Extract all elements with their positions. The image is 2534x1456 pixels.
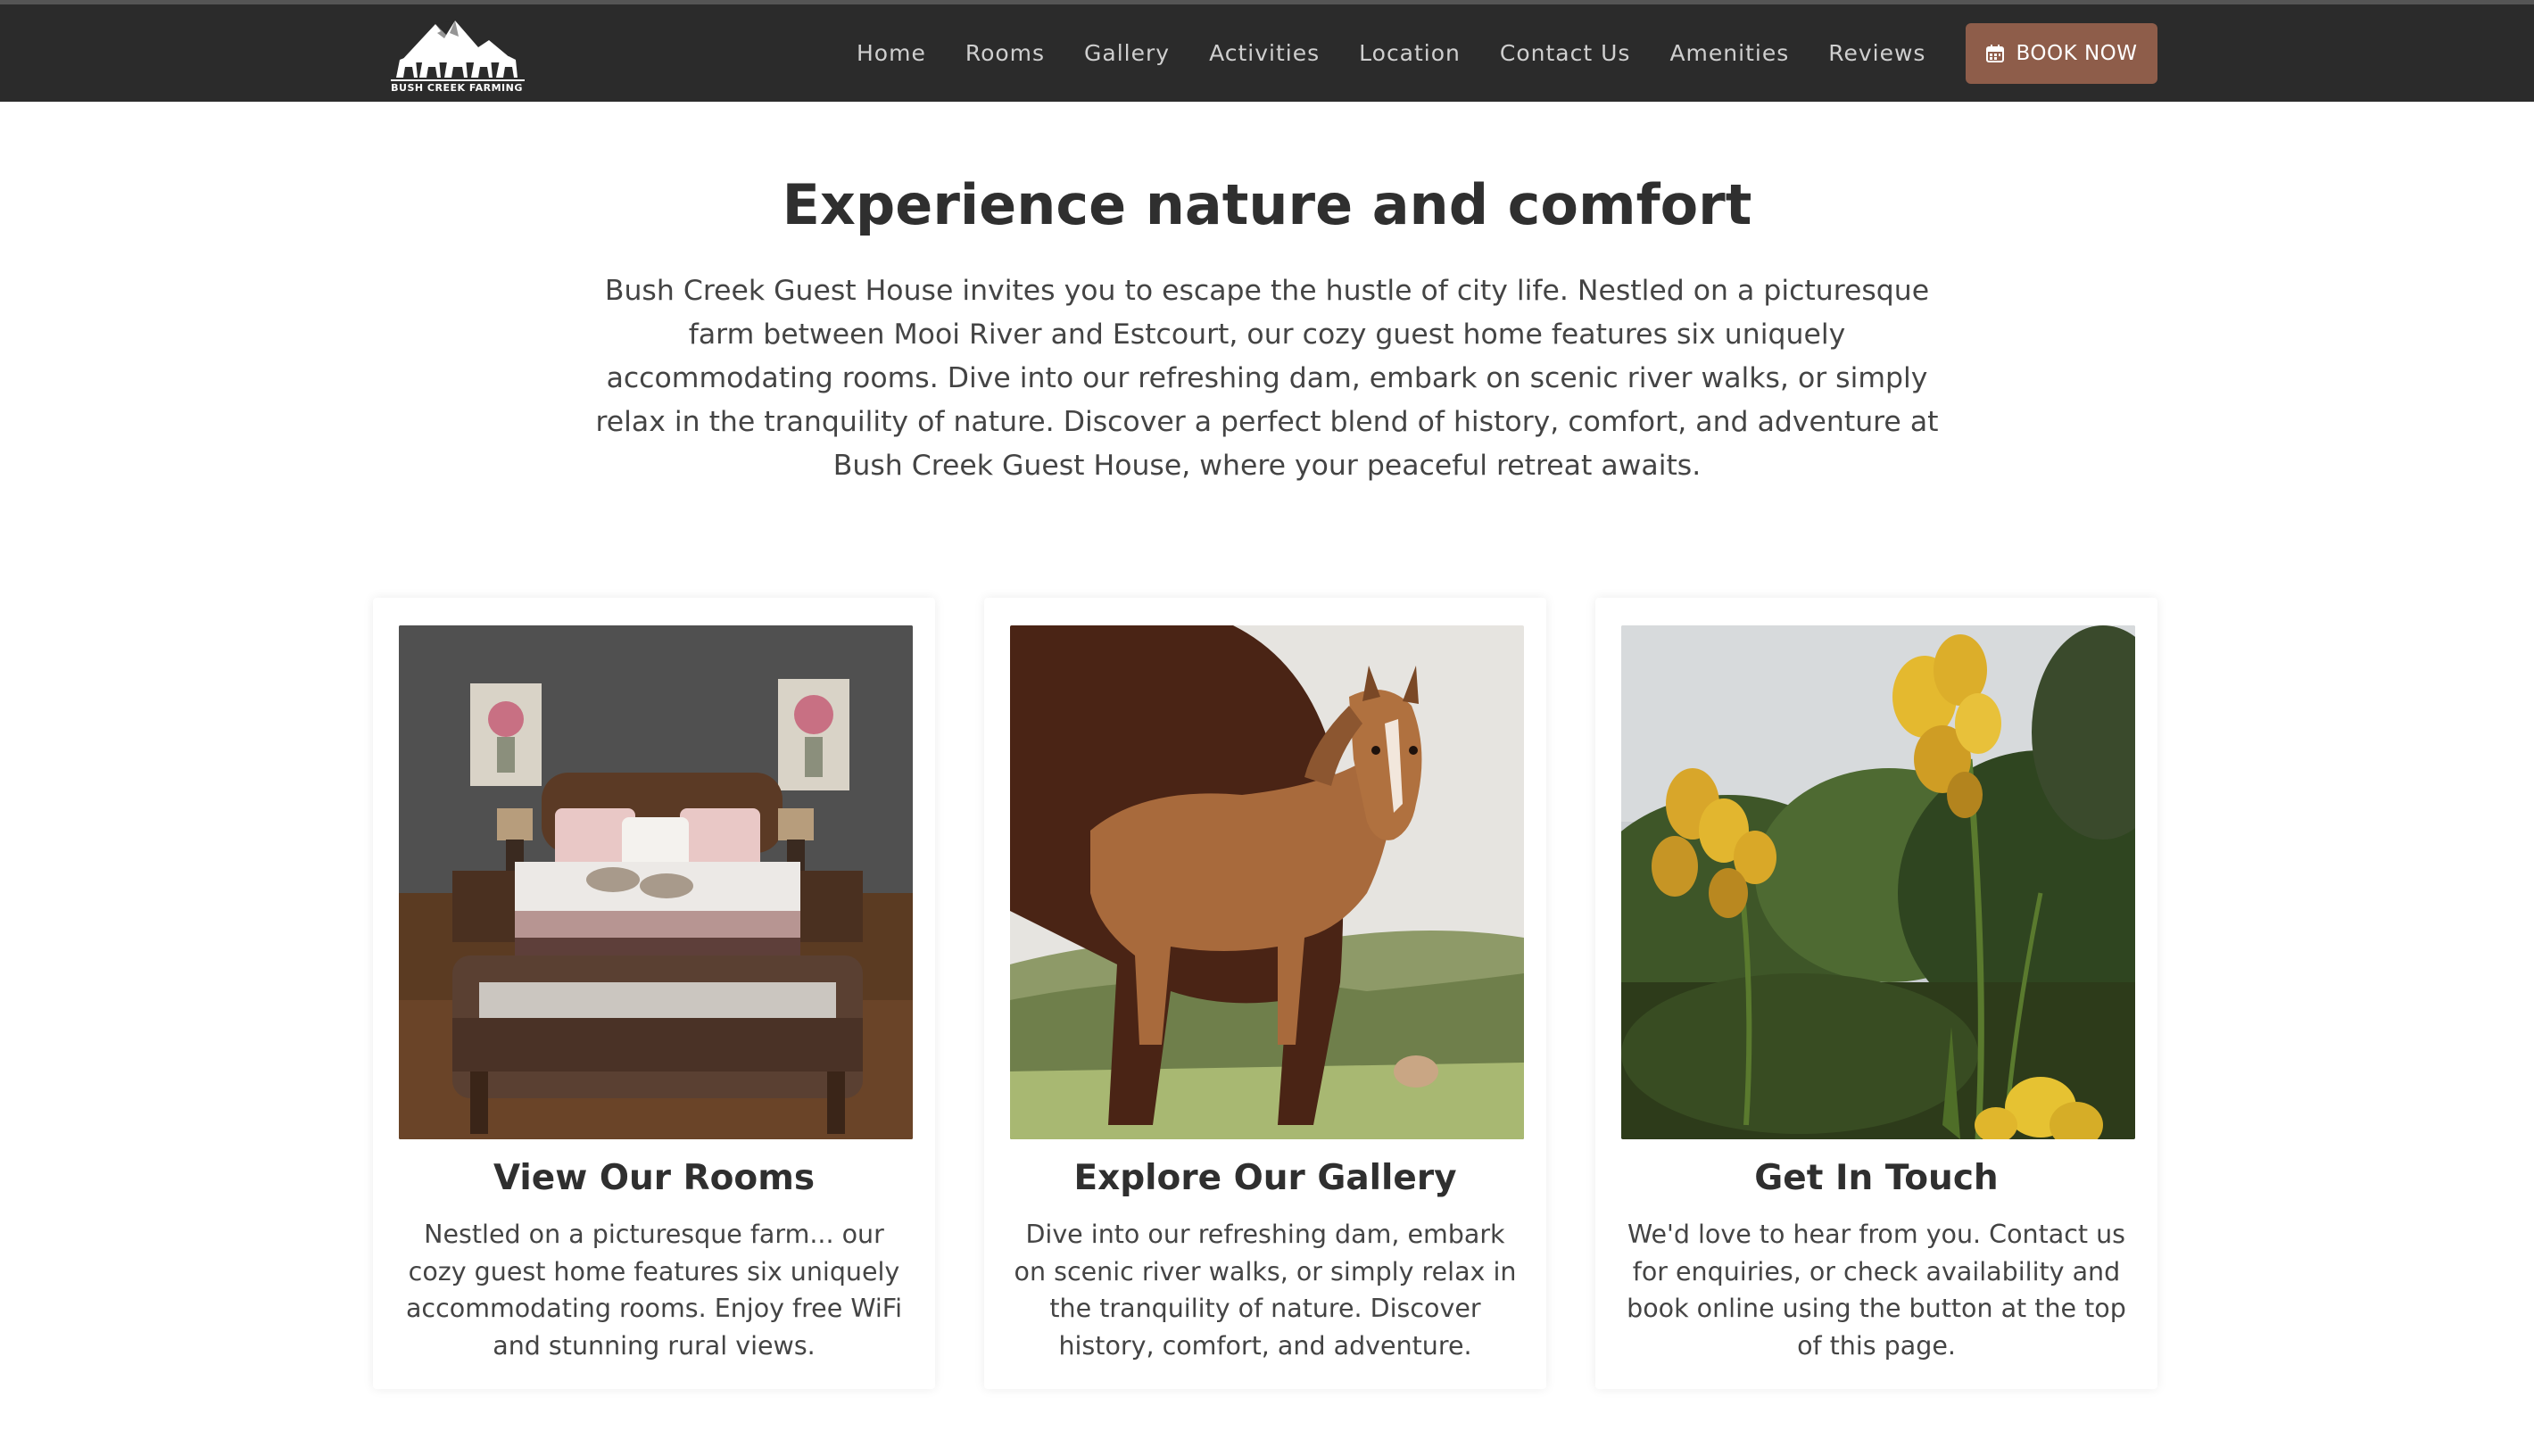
foal-image — [1010, 625, 1524, 1139]
brand-logo-text: BUSH CREEK FARMING — [391, 82, 523, 94]
card-rooms-title[interactable]: View Our Rooms — [373, 1158, 935, 1198]
nav-location[interactable]: Location — [1359, 40, 1461, 66]
nav-activities[interactable]: Activities — [1209, 40, 1320, 66]
yellow-flowers-image — [1621, 625, 2135, 1139]
nav-gallery[interactable]: Gallery — [1084, 40, 1170, 66]
mountain-horses-icon — [391, 21, 525, 81]
card-contact-text: We'd love to hear from you. Contact us f… — [1627, 1220, 2126, 1361]
book-now-button[interactable]: BOOK NOW — [1966, 23, 2157, 84]
calendar-icon — [1986, 45, 2005, 62]
nav-rooms[interactable]: Rooms — [965, 40, 1045, 66]
navbar: BUSH CREEK FARMING Home Rooms Gallery Ac… — [0, 4, 2534, 102]
bedroom-image — [399, 625, 913, 1139]
main-nav: Home Rooms Gallery Activities Location C… — [857, 4, 1925, 102]
card-gallery[interactable]: Explore Our Gallery Dive into our refres… — [984, 598, 1546, 1389]
card-gallery-title[interactable]: Explore Our Gallery — [984, 1158, 1546, 1198]
contact-photo[interactable] — [1621, 625, 2135, 1139]
card-rooms-text: Nestled on a picturesque farm... our coz… — [405, 1220, 903, 1361]
card-rooms[interactable]: View Our Rooms Nestled on a picturesque … — [373, 598, 935, 1389]
gallery-photo[interactable] — [1010, 625, 1524, 1139]
card-contact[interactable]: Get In Touch We'd love to hear from you.… — [1595, 598, 2157, 1389]
nav-home[interactable]: Home — [857, 40, 926, 66]
brand-logo[interactable]: BUSH CREEK FARMING — [373, 13, 541, 95]
card-contact-title[interactable]: Get In Touch — [1595, 1158, 2157, 1198]
nav-contact-us[interactable]: Contact Us — [1500, 40, 1631, 66]
rooms-photo[interactable] — [399, 625, 913, 1139]
hero-title: Experience nature and comfort — [782, 172, 1752, 237]
card-gallery-text: Dive into our refreshing dam, embark on … — [1014, 1220, 1517, 1361]
book-now-label: BOOK NOW — [2016, 42, 2138, 65]
nav-reviews[interactable]: Reviews — [1828, 40, 1925, 66]
nav-amenities[interactable]: Amenities — [1669, 40, 1789, 66]
hero-description: Bush Creek Guest House invites you to es… — [595, 275, 1939, 482]
